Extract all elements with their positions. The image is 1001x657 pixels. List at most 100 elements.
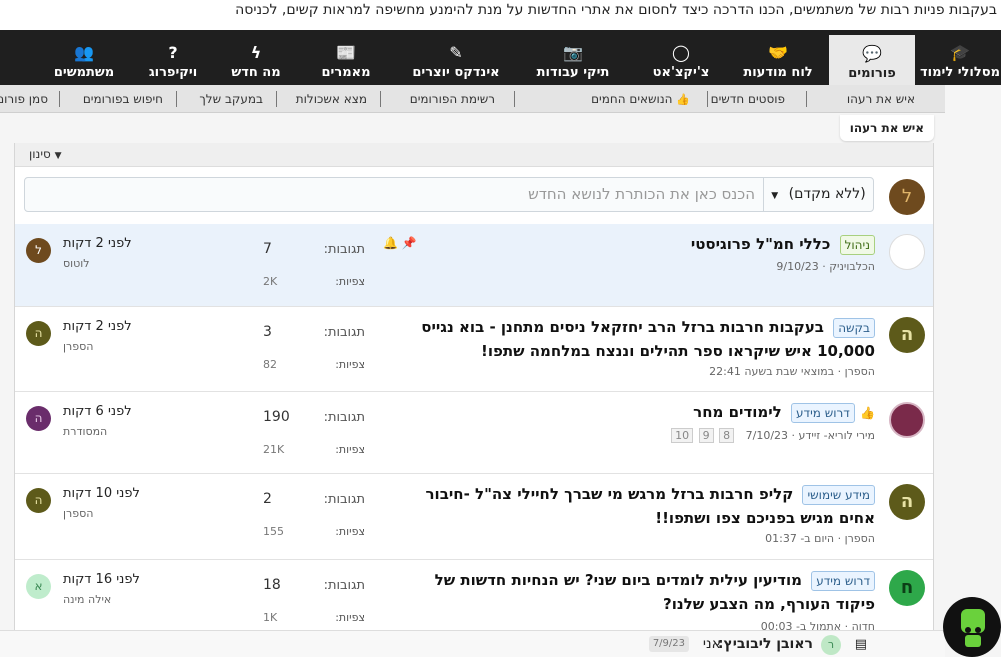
thread-title[interactable]: בעקבות חרבות ברזל הרב יחזקאל ניסים מתחנן…	[421, 318, 875, 360]
thread-title[interactable]: מודיעין עילית לומדים ביום שני? יש הנחיות…	[435, 571, 875, 613]
thread-meta: הכלבויניק · 9/10/23	[776, 260, 875, 273]
checkmark-avatar: ✔	[889, 234, 925, 270]
last-post-time[interactable]: לפני 16 דקות	[63, 572, 140, 587]
last-post-user[interactable]: הספרן	[63, 340, 93, 353]
nav-learning-paths[interactable]: 🎓 מסלולי לימוד	[919, 30, 1001, 85]
divider	[380, 91, 381, 107]
last-post-avatar[interactable]: ל	[26, 238, 51, 263]
subnav-hot-topics[interactable]: 👍 הנושאים החמים	[591, 90, 690, 109]
last-post-avatar[interactable]: א	[26, 574, 51, 599]
thread-prefix-tag[interactable]: ניהול	[839, 234, 875, 255]
graduation-cap-icon: 🎓	[950, 43, 970, 62]
last-post-avatar[interactable]: ה	[26, 321, 51, 346]
new-topic-form: (ללא מקדם) ▼ הכנס כאן את הכותרת לנושא הח…	[24, 177, 874, 212]
replies-count: 3	[263, 324, 272, 340]
thread-prefix-tag[interactable]: דרוש מידע	[811, 570, 875, 591]
views-label: צפיות:	[335, 525, 365, 538]
table-row: ה בקשה בעקבות חרבות ברזל הרב יחזקאל ניסי…	[15, 307, 933, 392]
table-row: ח דרוש מידע מודיעין עילית לומדים ביום שנ…	[15, 560, 933, 630]
pin-icon: 📌	[401, 236, 417, 250]
thread-prefix-tag[interactable]: דרוש מידע	[791, 402, 855, 423]
camera-icon: 📷	[563, 43, 583, 62]
thread-prefix-tag[interactable]: מידע שימושי	[802, 484, 875, 505]
newspaper-icon: 📰	[336, 43, 356, 62]
subnav-forum-name[interactable]: איש את רעהו	[847, 90, 915, 108]
thread-meta: מירי לוריא- זיידע · 7/10/23 8 9 10	[669, 428, 875, 443]
page-link[interactable]: 8	[719, 428, 735, 443]
hot-icon: 👍	[676, 93, 690, 106]
nav-chikchat[interactable]: ◯ צ'יקצ'אט	[636, 30, 726, 85]
chat-author[interactable]: ראובן ליבוביץ:	[718, 631, 813, 657]
nav-users[interactable]: 👥 משתמשים	[39, 30, 129, 85]
nav-forums[interactable]: 💬 פורומים	[829, 35, 915, 85]
users-icon: 👥	[74, 43, 94, 62]
thread-prefix-tag[interactable]: בקשה	[833, 317, 875, 338]
table-row: ✔ ניהול כללי חמ"ל פרוגיסטי הכלבויניק · 9…	[15, 224, 933, 307]
last-post-user[interactable]: אילה מינה	[63, 593, 111, 606]
thread-starter-avatar[interactable]: ה	[889, 484, 925, 520]
replies-label: תגובות:	[323, 325, 365, 340]
filter-dropdown[interactable]: ▼ סינון	[29, 143, 62, 167]
views-count: 21K	[263, 443, 285, 456]
last-post-avatar[interactable]: ה	[26, 488, 51, 513]
thread-starter-avatar[interactable]: ה	[889, 317, 925, 353]
nav-portfolios[interactable]: 📷 תיקי עבודות	[523, 30, 623, 85]
announcement-banner[interactable]: בעקבות פניות רבות של משתמשים, הכנו הדרכה…	[0, 0, 1001, 30]
page-links: 8 9 10	[669, 428, 735, 443]
breadcrumb-current-forum[interactable]: איש את רעהו	[839, 115, 934, 141]
chat-preview-bar[interactable]: ▤ ר ראובן ליבוביץ: אני 7/9/23	[0, 630, 945, 657]
thread-starter-avatar[interactable]: ח	[889, 570, 925, 606]
subnav-watched[interactable]: במעקב שלך	[199, 90, 263, 108]
last-post-user[interactable]: לוטוס	[63, 257, 90, 270]
chat-bubbles-icon: 💬	[862, 44, 882, 63]
replies-label: תגובות:	[323, 410, 365, 425]
replies-label: תגובות:	[323, 578, 365, 593]
page-link[interactable]: 9	[698, 428, 714, 443]
subnav-search-forums[interactable]: חיפוש בפורומים	[83, 90, 163, 108]
subnav-forum-list[interactable]: רשימת הפורומים	[410, 90, 495, 108]
thread-meta: חדוה · אתמול ב- 00:03	[760, 620, 875, 630]
views-count: 82	[263, 358, 277, 371]
nav-creators-index[interactable]: ✎ אינדקס יוצרים	[401, 30, 511, 85]
divider	[59, 91, 60, 107]
thread-list-panel: ▼ סינון ל (ללא מקדם) ▼ הכנס כאן את הכותר…	[14, 143, 934, 630]
last-post-user[interactable]: המסודרת	[63, 425, 107, 438]
thread-starter-avatar[interactable]	[889, 402, 925, 438]
last-post-avatar[interactable]: ה	[26, 406, 51, 431]
replies-count: 18	[263, 577, 281, 593]
chevron-down-icon: ▼	[771, 191, 779, 201]
last-post-time[interactable]: לפני 10 דקות	[63, 486, 140, 501]
subnav-mark-read[interactable]: סמן פורומים כנקרא	[0, 90, 48, 108]
thread-meta: הספרן · במוצאי שבת בשעה 22:41	[709, 365, 875, 378]
views-count: 2K	[263, 275, 278, 288]
divider	[176, 91, 177, 107]
nav-bulletin-board[interactable]: 🤝 לוח מודעות	[733, 30, 823, 85]
nav-wikiprog[interactable]: ? ויקיפרוג	[133, 30, 213, 85]
divider	[276, 91, 277, 107]
views-label: צפיות:	[335, 358, 365, 371]
last-post-time[interactable]: לפני 6 דקות	[63, 404, 132, 419]
assistant-bot-button[interactable]	[943, 597, 1001, 657]
subnav-new-posts[interactable]: פוסטים חדשים	[711, 90, 785, 108]
brush-icon: ✎	[449, 43, 463, 62]
prefix-select[interactable]: (ללא מקדם) ▼	[763, 178, 873, 211]
last-post-time[interactable]: לפני 2 דקות	[63, 236, 132, 251]
replies-label: תגובות:	[323, 492, 365, 507]
divider	[514, 91, 515, 107]
new-topic-title-input[interactable]: הכנס כאן את הכותרת לנושא החדש	[528, 178, 755, 211]
thread-meta: הספרן · היום ב- 01:37	[765, 532, 875, 545]
nav-articles[interactable]: 📰 מאמרים	[301, 30, 391, 85]
chevron-down-icon: ▼	[54, 151, 62, 161]
chat-date: 7/9/23	[648, 636, 689, 652]
nav-whats-new[interactable]: ϟ מה חדש	[221, 30, 291, 85]
side-gutter	[945, 85, 1001, 657]
thread-title[interactable]: לימודים מחר	[693, 403, 782, 421]
thread-title[interactable]: כללי חמ"ל פרוגיסטי	[691, 235, 831, 253]
subnav-find-threads[interactable]: מצא אשכולות	[296, 90, 367, 108]
chat-icon[interactable]: ▤	[855, 631, 867, 657]
last-post-user[interactable]: הספרן	[63, 507, 93, 520]
page-link[interactable]: 10	[671, 428, 694, 443]
table-row: 👍 דרוש מידע לימודים מחר מירי לוריא- זייד…	[15, 392, 933, 474]
last-post-time[interactable]: לפני 2 דקות	[63, 319, 132, 334]
bell-icon[interactable]: 🔔	[383, 236, 398, 250]
